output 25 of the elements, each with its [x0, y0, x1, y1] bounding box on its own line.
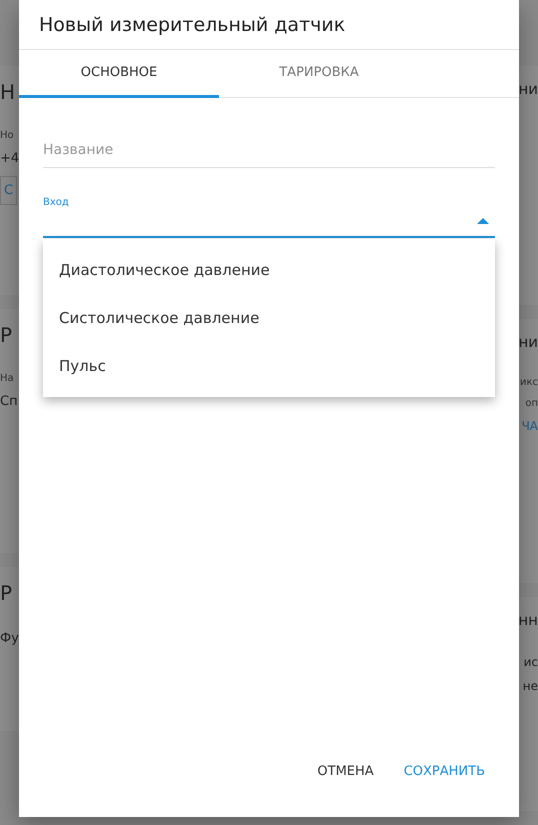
card-heading: ни: [518, 80, 538, 98]
card-heading: нн: [518, 611, 538, 629]
field-label: На: [0, 373, 15, 384]
tab[interactable]: ТАРИРОВКА: [219, 50, 419, 98]
menu-option[interactable]: Пульс: [43, 342, 495, 390]
menu-option[interactable]: Систолическое давление: [43, 294, 495, 342]
save-button[interactable]: СОХРАНИТЬ: [394, 756, 495, 787]
caret-icon: [477, 217, 489, 224]
field-label: Но: [0, 130, 15, 141]
card-heading: Н: [0, 80, 16, 104]
menu-option[interactable]: Диастолическое давление: [43, 246, 495, 294]
tab[interactable]: ОСНОВНОЕ: [19, 50, 219, 98]
field-label: оп: [525, 398, 538, 409]
card-heading: Р: [0, 581, 14, 605]
cancel-button[interactable]: ОТМЕНА: [307, 756, 384, 787]
card-heading: Р: [0, 323, 14, 347]
field-label: Вход: [43, 197, 69, 208]
dialog-title: Новый измерительный датчик: [19, 0, 519, 50]
field-label: икс: [520, 377, 538, 388]
field-value: не: [522, 679, 538, 693]
card-heading: ни: [518, 333, 538, 351]
field-value: Сп: [0, 394, 19, 409]
field-value: ис: [524, 655, 538, 669]
field-value: Фу: [0, 631, 19, 646]
field-value: +4: [0, 151, 19, 166]
